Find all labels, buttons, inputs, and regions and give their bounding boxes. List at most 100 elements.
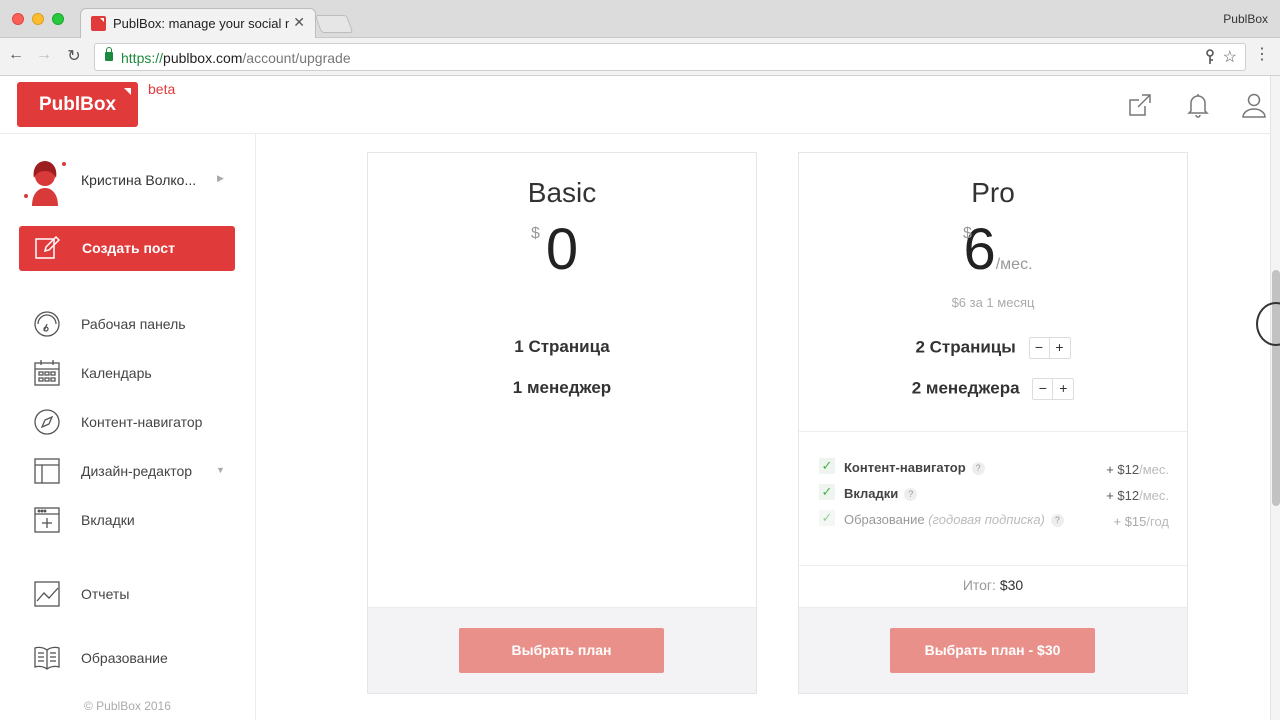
- addon-price: + $12/мес.: [1106, 488, 1169, 503]
- managers-limit: 2 менеджера − +: [799, 378, 1187, 400]
- browser-tab[interactable]: PublBox: manage your social n ✕: [80, 8, 316, 38]
- tab-close-icon[interactable]: ✕: [293, 14, 305, 31]
- help-icon[interactable]: ?: [904, 488, 918, 501]
- sidebar-item-label: Рабочая панель: [81, 316, 186, 332]
- window-close-button[interactable]: [12, 13, 24, 25]
- sidebar-item-calendar[interactable]: Календарь: [33, 357, 243, 389]
- plan-card-pro: Pro $ 6/мес. $6 за 1 месяц 2 Страницы − +…: [798, 152, 1188, 694]
- dashboard-icon: [33, 310, 61, 338]
- layout-icon: [33, 457, 61, 485]
- divider: [799, 431, 1187, 432]
- sidebar-item-label: Контент-навигатор: [81, 414, 203, 430]
- sidebar-item-content-navigator[interactable]: Контент-навигатор: [33, 406, 243, 438]
- currency-symbol: $: [531, 225, 540, 242]
- choose-plan-pro-button[interactable]: Выбрать план - $30: [890, 628, 1095, 673]
- pages-limit: 1 Страница: [514, 337, 610, 356]
- sidebar-item-dashboard[interactable]: Рабочая панель: [33, 308, 243, 340]
- sidebar-item-label: Дизайн-редактор: [81, 463, 193, 479]
- url-text[interactable]: https://publbox.com/account/upgrade: [121, 50, 351, 66]
- browser-menu-icon[interactable]: ⋮: [1254, 47, 1270, 63]
- sidebar-item-label: Вкладки: [81, 512, 135, 528]
- window-minimize-button[interactable]: [32, 13, 44, 25]
- addon-label: Образование (годовая подписка)?: [844, 512, 1064, 527]
- price-period: /мес.: [995, 256, 1033, 273]
- window-zoom-button[interactable]: [52, 13, 64, 25]
- managers-decrement-button[interactable]: −: [1033, 379, 1054, 399]
- sidebar-item-label: Образование: [81, 650, 168, 666]
- app-header: PublBox beta: [0, 76, 1270, 134]
- key-icon[interactable]: [1205, 49, 1215, 68]
- compass-icon: [33, 408, 61, 436]
- addon-tabs[interactable]: ✓ Вкладки? + $12/мес.: [819, 484, 1169, 505]
- page: PublBox beta Кристина Волко... ▶ Создать…: [0, 76, 1270, 720]
- price-note: $6 за 1 месяц: [951, 295, 1035, 310]
- pages-label: 2 Страницы: [915, 337, 1016, 357]
- calendar-icon: [33, 359, 61, 387]
- book-icon: [33, 644, 61, 672]
- new-tab-button[interactable]: [314, 15, 354, 33]
- caret-right-icon: ▶: [217, 173, 224, 183]
- addon-education[interactable]: ✓ Образование (годовая подписка)? + $15/…: [819, 510, 1169, 531]
- create-post-button[interactable]: Создать пост: [19, 226, 235, 271]
- beta-label: beta: [148, 81, 176, 97]
- edit-icon: [34, 235, 61, 261]
- address-bar[interactable]: https://publbox.com/account/upgrade ☆: [94, 43, 1246, 71]
- help-icon[interactable]: ?: [1050, 514, 1064, 527]
- sidebar-item-education[interactable]: Образование: [33, 642, 243, 674]
- bell-icon[interactable]: [1185, 92, 1211, 118]
- page-scrollbar[interactable]: [1270, 76, 1280, 720]
- sidebar-item-design-editor[interactable]: Дизайн-редактор ▼: [33, 455, 243, 487]
- help-icon[interactable]: ?: [971, 462, 985, 475]
- pages-limit: 2 Страницы − +: [799, 337, 1187, 359]
- publbox-favicon-icon: [91, 16, 106, 31]
- url-host: publbox.com: [163, 50, 243, 66]
- pages-stepper: − +: [1028, 337, 1071, 359]
- tab-title: PublBox: manage your social n: [113, 16, 289, 31]
- checkbox-checked-icon[interactable]: ✓: [819, 484, 835, 500]
- back-arrow-icon[interactable]: ←: [6, 46, 26, 64]
- divider: [799, 565, 1187, 566]
- lock-icon: [105, 47, 113, 61]
- total-label: Итог:: [962, 577, 996, 593]
- sidebar-item-tabs[interactable]: Вкладки: [33, 504, 243, 536]
- caret-down-icon[interactable]: ▼: [216, 465, 225, 475]
- url-scheme: https://: [121, 50, 164, 66]
- currency-symbol: $: [963, 225, 972, 242]
- copyright: © PublBox 2016: [84, 699, 171, 713]
- external-link-icon[interactable]: [1127, 92, 1153, 118]
- checkbox-checked-icon[interactable]: ✓: [819, 510, 835, 526]
- pages-decrement-button[interactable]: −: [1030, 338, 1050, 358]
- choose-plan-basic-button[interactable]: Выбрать план: [459, 628, 664, 673]
- url-path: /account/upgrade: [242, 50, 351, 66]
- plan-price: $ 6/мес.: [799, 219, 1187, 281]
- sidebar: Кристина Волко... ▶ Создать пост Рабочая…: [0, 134, 256, 720]
- total-value: $30: [999, 577, 1024, 593]
- bookmark-star-icon[interactable]: ☆: [1223, 47, 1237, 67]
- addon-note: (годовая подписка): [928, 512, 1045, 527]
- publbox-logo[interactable]: PublBox: [17, 82, 138, 127]
- browser-profile-name[interactable]: PublBox: [1223, 12, 1268, 26]
- plan-name: Pro: [971, 177, 1015, 208]
- forward-arrow-icon[interactable]: →: [34, 46, 54, 64]
- tab-add-icon: [33, 506, 61, 534]
- addon-label: Вкладки?: [844, 486, 918, 501]
- sidebar-item-reports[interactable]: Отчеты: [33, 578, 243, 610]
- plan-name: Basic: [527, 177, 597, 208]
- avatar: [20, 156, 70, 206]
- managers-increment-button[interactable]: +: [1053, 379, 1073, 399]
- addon-content-navigator[interactable]: ✓ Контент-навигатор? + $12/мес.: [819, 458, 1169, 479]
- addon-price: + $15/год: [1113, 514, 1169, 529]
- total: Итог: $30: [799, 577, 1187, 593]
- user-profile-icon[interactable]: [1241, 92, 1267, 118]
- create-post-label: Создать пост: [82, 240, 175, 256]
- addon-price: + $12/мес.: [1106, 462, 1169, 477]
- managers-limit: 1 менеджер: [512, 378, 612, 397]
- pages-increment-button[interactable]: +: [1050, 338, 1070, 358]
- sidebar-item-label: Отчеты: [81, 586, 130, 602]
- user-menu[interactable]: Кристина Волко... ▶: [20, 156, 240, 208]
- plan-card-basic: Basic $ 0 1 Страница 1 менеджер Выбрать …: [367, 152, 757, 694]
- reload-icon[interactable]: ↻: [64, 46, 84, 66]
- addon-label: Контент-навигатор?: [844, 460, 985, 475]
- plan-footer: Выбрать план - $30: [799, 607, 1187, 693]
- checkbox-checked-icon[interactable]: ✓: [819, 458, 835, 474]
